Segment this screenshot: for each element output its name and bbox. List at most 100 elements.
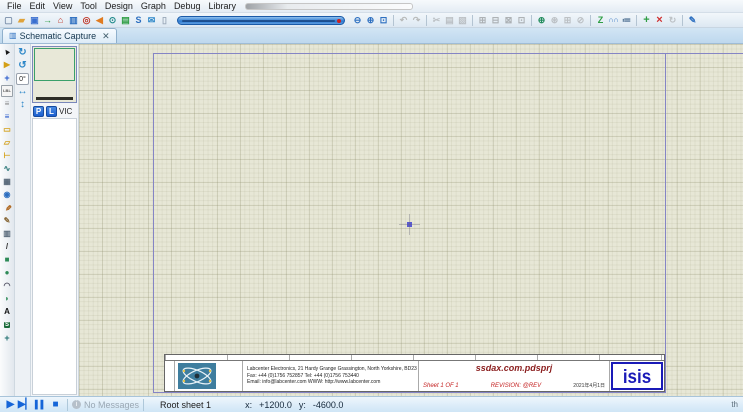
menu-file[interactable]: File [3,0,26,13]
new-project-glyph: ▢ [4,16,13,25]
library-button[interactable]: L [46,106,57,117]
decompose-button[interactable]: ⊘ [574,14,587,27]
cut-button[interactable]: ✂ [430,14,443,27]
2d-line-mode-button[interactable]: / [1,241,13,253]
remove-sheet-glyph: × [656,15,662,26]
info-icon: i [72,400,81,409]
copy-button[interactable]: ▤ [443,14,456,27]
menu-library[interactable]: Library [204,0,240,13]
open-project-button[interactable]: ▰ [15,14,28,27]
block-copy-glyph: ⊞ [479,16,487,25]
redo-button[interactable]: ↷ [410,14,423,27]
undo-button[interactable]: ↶ [397,14,410,27]
voltage-probe-mode-button[interactable]: ✎ [1,202,13,214]
virtual-instruments-mode-button[interactable]: ▥ [1,228,13,240]
generator-mode-button[interactable]: ◉ [1,189,13,201]
step-button[interactable]: ▶▏ [18,398,33,411]
bill-of-materials-button[interactable]: S [132,14,145,27]
tape-recorder-mode-button[interactable]: ▦ [1,176,13,188]
terminal-mode-button[interactable]: ▱ [1,137,13,149]
device-pin-mode-button[interactable]: ⊢ [1,150,13,162]
remove-sheet-button[interactable]: × [653,14,666,27]
gerber-viewer-button[interactable]: ⊙ [106,14,119,27]
block-rotate-button[interactable]: ⊠ [502,14,515,27]
packaging-tool-button[interactable]: ⊞ [561,14,574,27]
new-sheet-glyph: + [643,15,649,26]
pick-parts-button[interactable]: ⊕ [535,14,548,27]
text-script-mode-button[interactable]: ≡ [1,98,13,110]
paste-button[interactable]: ▧ [456,14,469,27]
exit-to-parent-button[interactable]: ↻ [666,14,679,27]
make-device-button[interactable]: ⊛ [548,14,561,27]
messages-button[interactable]: ✉ [145,14,158,27]
electrical-rule-check-button[interactable]: ✎ [686,14,699,27]
block-delete-button[interactable]: ⊡ [515,14,528,27]
notes-button[interactable]: ▯ [158,14,171,27]
import-project-button[interactable]: → [41,14,54,27]
2d-text-mode-button[interactable]: A [1,306,13,318]
title-block: Labcenter Electronics, 21 Hardy Grange G… [164,354,665,392]
2d-box-mode-button[interactable]: ■ [1,254,13,266]
wire-label-mode-button[interactable]: LBL [1,85,13,97]
pcb-layout-button[interactable]: ◎ [80,14,93,27]
menu-tool[interactable]: Tool [76,0,101,13]
home-page-button[interactable]: ⌂ [54,14,67,27]
marker-mode-button[interactable]: + [1,332,13,344]
current-probe-mode-button[interactable]: ✎ [1,215,13,227]
isis-logo: isis [611,362,663,390]
buses-mode-button[interactable]: ≡ [1,111,13,123]
junction-dot-mode-button[interactable]: + [1,72,13,84]
new-sheet-button[interactable]: + [640,14,653,27]
device-list[interactable] [32,118,77,395]
decompose-glyph: ⊘ [577,16,585,25]
block-move-button[interactable]: ⊟ [489,14,502,27]
zoom-in-button[interactable]: ⊕ [364,14,377,27]
pick-devices-button[interactable]: P [33,106,44,117]
block-copy-button[interactable]: ⊞ [476,14,489,27]
subcircuit-mode-button[interactable]: ▭ [1,124,13,136]
messages-glyph: ✉ [148,16,156,25]
2d-circle-mode-button[interactable]: ● [1,267,13,279]
stop-glyph: ■ [52,400,58,410]
rotate-clockwise-button[interactable]: ↻ [16,47,29,59]
menu-debug[interactable]: Debug [170,0,205,13]
menu-edit[interactable]: Edit [26,0,50,13]
tab-bar: ▥ Schematic Capture ✕ [0,28,743,44]
bill-of-materials-glyph: S [135,16,141,25]
search-tag-button[interactable]: ∩∩ [607,14,620,27]
mirror-horizontal-button[interactable]: ↔ [16,86,29,98]
tab-close-icon[interactable]: ✕ [102,32,110,41]
property-assignment-button[interactable]: ≔ [620,14,633,27]
stop-button[interactable]: ■ [48,398,63,411]
save-project-button[interactable]: ▣ [28,14,41,27]
zoom-out-button[interactable]: ⊖ [351,14,364,27]
x-label: x: [245,400,252,410]
zoom-area-button[interactable]: ⊡ [377,14,390,27]
menu-view[interactable]: View [49,0,76,13]
2d-path-mode-button[interactable]: ◗ [1,293,13,305]
no-messages-label: No Messages [84,400,139,410]
tab-schematic-capture[interactable]: ▥ Schematic Capture ✕ [2,28,117,43]
mirror-vertical-button[interactable]: ↕ [16,99,29,111]
proteus-window: FileEditViewToolDesignGraphDebugLibrary … [0,0,743,412]
schematic-canvas[interactable]: Labcenter Electronics, 21 Hardy Grange G… [79,44,743,396]
menu-design[interactable]: Design [101,0,137,13]
pause-button[interactable]: ▌▌ [33,398,48,411]
schematic-capture-button[interactable]: ▥ [67,14,80,27]
2d-symbol-mode-button[interactable]: S [1,319,13,331]
3d-visualizer-button[interactable]: ◀ [93,14,106,27]
wire-autorouter-button[interactable]: Z [594,14,607,27]
new-project-button[interactable]: ▢ [2,14,15,27]
play-button[interactable]: ▶ [3,398,18,411]
design-explorer-button[interactable]: ▤ [119,14,132,27]
rotate-anticlockwise-button[interactable]: ↺ [16,60,29,72]
status-separator [143,399,144,411]
2d-arc-mode-button[interactable]: ◠ [1,280,13,292]
step-glyph: ▶▏ [18,400,33,410]
graph-mode-button[interactable]: ∿ [1,163,13,175]
selection-mode-button[interactable]: ▲ [1,46,13,58]
menu-graph[interactable]: Graph [137,0,170,13]
zoom-slider[interactable] [177,16,345,25]
overview-minimap[interactable] [32,46,77,103]
component-mode-button[interactable]: ▶ [1,59,13,71]
